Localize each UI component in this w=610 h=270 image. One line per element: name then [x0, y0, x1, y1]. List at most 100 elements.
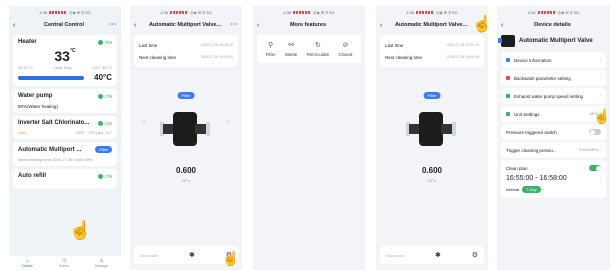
status-bar: 4:36 ◎◈ ✉ ⚲ 5G	[9, 6, 121, 18]
autorefill-status[interactable]: ON	[98, 173, 112, 179]
waste-icon: ⚯	[288, 42, 295, 49]
feature-waste[interactable]: ⚯ Waste	[285, 41, 298, 57]
tab-device[interactable]: ⌂ Device	[22, 258, 33, 268]
heater-label: Heater	[18, 39, 37, 45]
chevron-right-icon: ›	[599, 57, 601, 63]
valve-device-icon	[498, 35, 515, 47]
feature-recirculate[interactable]: ↻ Recirculate	[307, 41, 330, 57]
pressure-value: 0.600	[175, 166, 197, 175]
back-icon[interactable]: ‹	[380, 22, 390, 29]
chevron-right-icon: ›	[599, 147, 601, 153]
page-title: Automatic Multiport Valve...	[148, 22, 222, 28]
pointer-hand-icon: ☝	[593, 108, 610, 124]
feature-list: ⚲ Filter ⚯ Waste ↻ Recirculate ⊘ Closed	[257, 35, 361, 63]
device-name: Automatic Multiport Valve	[519, 38, 593, 44]
screen-central-control: 4:36 ◎◈ ✉ ⚲ 5G ‹ Central Control ··· Hea…	[9, 6, 121, 270]
clean-plan-label: Clean plan	[506, 165, 528, 171]
next-clean-value: 2025.17.36 19:00:00	[200, 55, 233, 59]
more-features-icon[interactable]: ⚙	[472, 251, 478, 259]
trigger-pressure-row[interactable]: Trigger cleaning pressu... 0.000 MPa ›	[501, 142, 606, 158]
valve-card[interactable]: Automatic Multiport ... Filter Next clea…	[13, 142, 117, 166]
chlorinator-status[interactable]: ON	[98, 120, 112, 126]
heater-temp: 33°C	[54, 48, 76, 64]
power-icon	[98, 173, 104, 179]
back-icon[interactable]: ‹	[257, 22, 267, 29]
page-title: Central Control	[43, 22, 85, 28]
valve-mode-badge: Filter	[177, 92, 195, 99]
screen-more-features: 4:36 ◎◈ ✉ ⚲ 5G ‹ More features ⚲ Filter ⚯ W…	[253, 6, 365, 270]
nav-bar: ‹ Automatic Multiport Valve... ···	[130, 18, 242, 32]
trigger-label: Trigger cleaning pressu...	[506, 147, 557, 153]
gear-icon[interactable]: ✱	[435, 251, 441, 259]
next-clean-label: Next cleaning time	[385, 54, 423, 60]
screen-valve: 4:36 ◎◈ ✉ ⚲ 5G ‹ Automatic Multiport Valv…	[130, 6, 242, 270]
menu-device-information[interactable]: Device Information ›	[501, 52, 606, 68]
back-icon[interactable]: ‹	[134, 22, 144, 29]
time-card: Last time 2025.17.36 19:29:19 Next cleani…	[380, 35, 484, 67]
pressure-value: 0.600	[421, 166, 443, 175]
menu-exhaust-pump-speed[interactable]: Exhaust water pump speed setting ›	[501, 88, 606, 104]
status-bar: 4:36 ◎◈ ✉ ⚲ 5G	[283, 9, 335, 15]
menu-unit-settings[interactable]: Unit Settings MPa ›	[501, 106, 606, 122]
interval-badge: 7 Day	[522, 186, 541, 193]
status-bar: 4:36 ◎◈ ✉ ⚲ 5G	[527, 9, 580, 15]
chlorinator-readings: ORP : 729 | pH : 6.7	[76, 130, 112, 135]
valve-mode-badge: Filter	[423, 92, 441, 99]
page-title: Device details	[534, 22, 571, 28]
valve-visual: Filter 0.600 MPa	[376, 70, 488, 210]
time-card: Last time 2025.17.36 19:29:19 Next cleani…	[134, 35, 238, 67]
pressure-unit: MPa	[181, 178, 191, 183]
menu-backwash-settings[interactable]: Backwash parameter setting ›	[501, 70, 606, 86]
autorefill-card[interactable]: Auto refill ON	[13, 169, 117, 189]
valve-visual: Filter ‹‹ ›› 0.600 MPa	[130, 70, 242, 210]
gear-icon[interactable]: ✱	[189, 251, 195, 259]
backwash-label: Backwash	[386, 252, 405, 258]
chlorinator-card[interactable]: Inverter Salt Chlorinato... ON Wait ORP …	[13, 116, 117, 139]
back-icon[interactable]: ‹	[501, 22, 511, 29]
valve-image	[160, 110, 210, 150]
recirculate-icon: ↻	[314, 42, 321, 49]
device-header: Automatic Multiport Valve	[497, 32, 610, 50]
clean-plan-toggle[interactable]	[589, 165, 601, 171]
plan-time: 16:55:00 - 16:58:00	[506, 175, 567, 182]
heater-card[interactable]: Heater ON 33°C IN 33 °C Heat Stay OUT 34…	[13, 35, 117, 86]
more-icon[interactable]: ···	[105, 22, 117, 28]
heater-mode: Heat Stay	[54, 65, 72, 70]
last-time-value: 2025.17.36 19:29:19	[446, 43, 479, 47]
more-icon[interactable]: ···	[226, 22, 238, 28]
power-icon	[98, 120, 104, 126]
power-icon	[98, 93, 104, 99]
pressure-switch-row: Pressure triggered switch	[501, 124, 606, 140]
pump-label: Water pump	[18, 93, 53, 99]
pointer-hand-icon: ☝	[472, 16, 488, 33]
closed-icon: ⊘	[342, 42, 349, 49]
bottom-tabbar: ⌂ Device ◷ Scene ♙ Manage	[9, 256, 121, 270]
heater-out: OUT 34 °C	[92, 65, 112, 70]
pressure-switch-toggle[interactable]	[589, 129, 601, 135]
screen-valve-2: 4:36 ◎◈ ✉ ⚲ 5G ‹ Automatic Multiport Valv…	[376, 6, 488, 270]
chevron-right-icon: ›	[599, 75, 601, 81]
back-icon[interactable]: ‹	[13, 22, 23, 29]
heater-status[interactable]: ON	[98, 39, 112, 45]
tab-manage[interactable]: ♙ Manage	[95, 258, 108, 268]
pump-status[interactable]: ON	[98, 93, 112, 99]
pressure-switch-label: Pressure triggered switch	[506, 129, 557, 135]
autorefill-label: Auto refill	[18, 173, 46, 179]
backwash-label: Backwash	[140, 252, 159, 258]
last-time-label: Last time	[139, 42, 158, 48]
status-time: 4:36	[39, 9, 48, 15]
tab-scene[interactable]: ◷ Scene	[59, 258, 69, 268]
clean-plan-card: Clean plan 16:55:00 - 16:58:00 › Interva…	[501, 160, 606, 198]
feature-closed[interactable]: ⊘ Closed	[338, 41, 352, 57]
last-time-label: Last time	[385, 42, 404, 48]
flow-arrows-icon: ››	[226, 119, 230, 125]
chlorinator-label: Inverter Salt Chlorinato...	[18, 120, 90, 126]
status-indicators	[49, 10, 68, 14]
valve-mode-badge: Filter	[95, 146, 112, 153]
nav-bar: ‹ Device details	[497, 18, 610, 32]
power-icon	[98, 39, 104, 45]
feature-filter[interactable]: ⚲ Filter	[266, 41, 276, 57]
chlorinator-wait: Wait	[18, 130, 26, 135]
pump-card[interactable]: Water pump ON 80%(Water heating)	[13, 89, 117, 113]
chevron-right-icon[interactable]: ›	[599, 176, 601, 182]
